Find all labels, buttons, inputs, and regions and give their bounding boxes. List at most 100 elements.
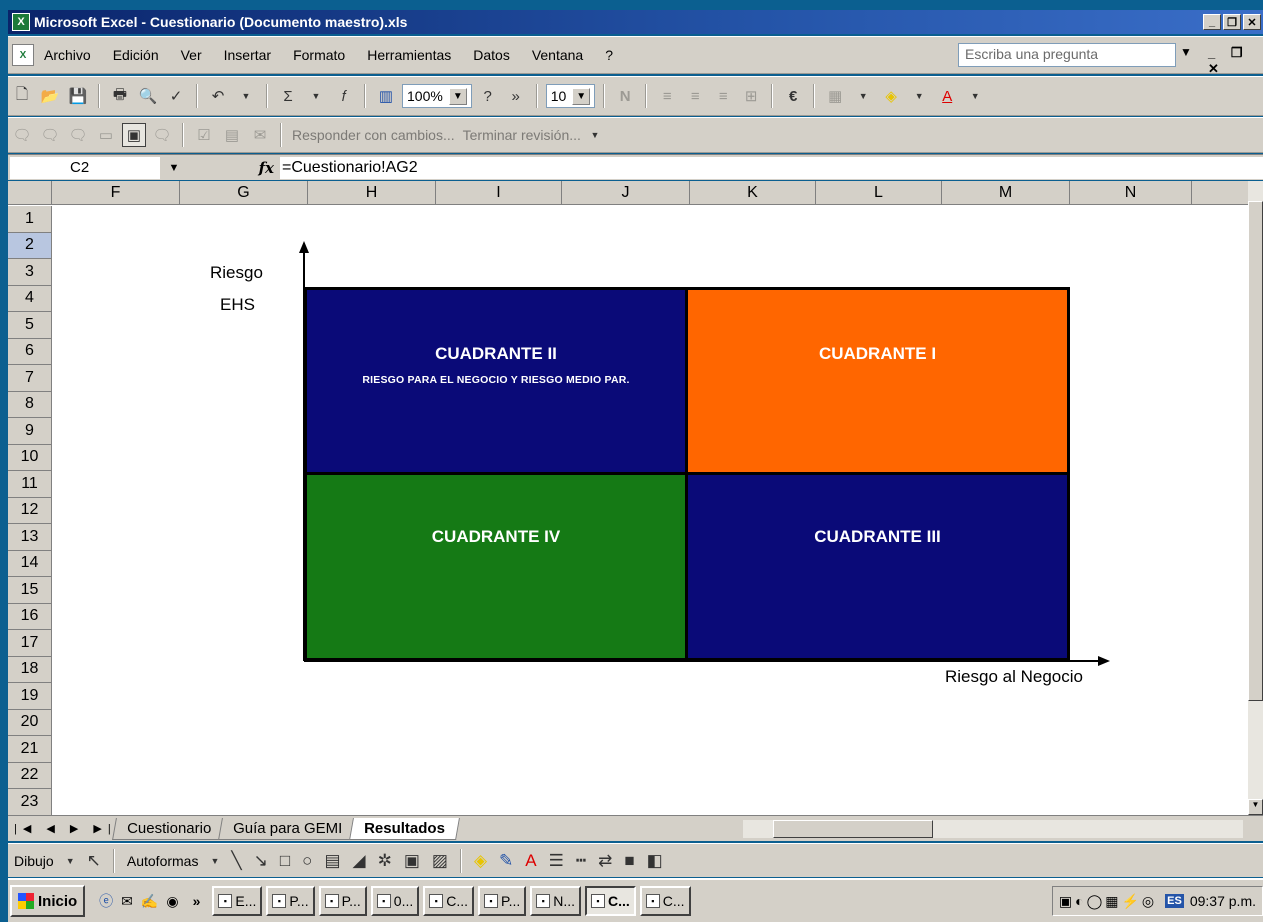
name-box-dropdown-icon[interactable]: ▼: [160, 162, 188, 174]
font-size-select[interactable]: 10 ▼: [545, 84, 596, 108]
rectangle-icon[interactable]: □: [280, 851, 290, 871]
tab-navigation-icons[interactable]: |◀ ◀ ▶ ▶|: [8, 822, 118, 835]
ask-question-input[interactable]: Escriba una pregunta: [958, 43, 1176, 67]
menu-formato[interactable]: Formato: [293, 47, 345, 63]
quadrant-iv[interactable]: CUADRANTE IV: [304, 472, 688, 661]
show-comment-icon[interactable]: ▭: [94, 123, 118, 147]
excel-icon[interactable]: X: [12, 13, 30, 31]
taskbar-window-button[interactable]: ▪ C...: [423, 886, 475, 916]
formula-input[interactable]: =Cuestionario!AG2: [280, 156, 1263, 179]
align-left-icon[interactable]: ≡: [655, 84, 679, 108]
arrow-icon[interactable]: ↘: [254, 851, 268, 871]
autosum-dropdown-icon[interactable]: ▼: [304, 84, 328, 108]
chart-wizard-icon[interactable]: ▥: [374, 84, 398, 108]
clock[interactable]: 09:37 p.m.: [1190, 893, 1256, 909]
taskbar-window-button[interactable]: ▪ P...: [478, 886, 527, 916]
document-icon[interactable]: X: [12, 44, 34, 66]
fill-color-draw-icon[interactable]: ◈: [474, 851, 487, 871]
document-window-controls[interactable]: _ ❐ ✕: [1208, 45, 1263, 77]
outlook-icon[interactable]: ✉: [121, 893, 133, 910]
align-center-icon[interactable]: ≡: [683, 84, 707, 108]
menu-help[interactable]: ?: [605, 47, 613, 63]
name-box[interactable]: C2: [10, 156, 160, 179]
quicklaunch-more-icon[interactable]: »: [193, 893, 201, 909]
font-color-dropdown-icon[interactable]: ▼: [963, 84, 987, 108]
textbox-icon[interactable]: ▤: [324, 851, 340, 871]
close-button[interactable]: ✕: [1243, 14, 1261, 30]
taskbar-window-button[interactable]: ▪ P...: [266, 886, 315, 916]
vertical-scrollbar[interactable]: ▼: [1248, 181, 1263, 815]
picture-icon[interactable]: ▨: [432, 851, 448, 871]
tray-icons[interactable]: ▣◐◯▦⚡◎: [1059, 893, 1157, 910]
currency-icon[interactable]: €: [781, 84, 805, 108]
borders-dropdown-icon[interactable]: ▼: [851, 84, 875, 108]
vertical-scroll-thumb[interactable]: [1248, 201, 1263, 701]
dash-style-icon[interactable]: ┅: [576, 851, 586, 871]
zoom-select[interactable]: 100% ▼: [402, 84, 472, 108]
next-comment-icon[interactable]: 🗨: [66, 123, 90, 147]
taskbar-window-button[interactable]: ▪ N...: [530, 886, 582, 916]
font-size-dropdown-icon[interactable]: ▼: [572, 87, 591, 105]
minimize-button[interactable]: _: [1203, 14, 1221, 30]
ask-dropdown-icon[interactable]: ▼: [1180, 45, 1192, 59]
print-preview-icon[interactable]: 🔍: [136, 84, 160, 108]
new-document-icon[interactable]: 🗋: [10, 84, 34, 108]
quadrant-iii[interactable]: CUADRANTE III: [685, 472, 1070, 661]
line-color-icon[interactable]: ✎: [499, 851, 513, 871]
merge-center-icon[interactable]: ⊞: [739, 84, 763, 108]
ie-icon[interactable]: ⓔ: [99, 891, 113, 911]
autoshapes-menu-button[interactable]: Autoformas: [127, 853, 199, 869]
fill-color-dropdown-icon[interactable]: ▼: [907, 84, 931, 108]
print-icon[interactable]: 🖶: [108, 84, 132, 108]
wordart-icon[interactable]: ◢: [353, 851, 366, 871]
quadrant-ii[interactable]: CUADRANTE II RIESGO PARA EL NEGOCIO Y RI…: [304, 287, 688, 475]
menu-datos[interactable]: Datos: [473, 47, 510, 63]
help-icon[interactable]: ?: [476, 84, 500, 108]
menu-archivo[interactable]: Archivo: [44, 47, 91, 63]
align-right-icon[interactable]: ≡: [711, 84, 735, 108]
restore-button[interactable]: ❐: [1223, 14, 1241, 30]
previous-comment-icon[interactable]: 🗨: [38, 123, 62, 147]
start-button[interactable]: Inicio: [10, 885, 86, 917]
send-mail-icon[interactable]: ✉: [248, 123, 272, 147]
fill-color-icon[interactable]: ◈: [879, 84, 903, 108]
quadrant-i[interactable]: CUADRANTE I: [685, 287, 1070, 475]
line-icon[interactable]: ╲: [231, 851, 241, 871]
taskbar-window-button[interactable]: ▪ C...: [639, 886, 691, 916]
notepad-icon[interactable]: ✍: [141, 893, 158, 910]
menu-ver[interactable]: Ver: [181, 47, 202, 63]
create-task-icon[interactable]: ☑: [192, 123, 216, 147]
new-comment-icon[interactable]: 🗨: [10, 123, 34, 147]
clipart-icon[interactable]: ▣: [404, 851, 420, 871]
scroll-down-icon[interactable]: ▼: [1248, 799, 1263, 815]
tab-guia-gemi[interactable]: Guía para GEMI: [218, 817, 358, 840]
draw-menu-button[interactable]: Dibujo: [14, 853, 54, 869]
show-all-comments-icon[interactable]: ▣: [122, 123, 146, 147]
horizontal-scroll-thumb[interactable]: [773, 819, 933, 838]
horizontal-scrollbar[interactable]: [743, 819, 1243, 838]
taskbar-window-button[interactable]: ▪ 0...: [370, 886, 420, 916]
autoshapes-dropdown-icon[interactable]: ▼: [210, 856, 219, 866]
font-color-draw-icon[interactable]: A: [525, 851, 536, 871]
taskbar-window-button[interactable]: ▪ P...: [318, 886, 367, 916]
insert-function-icon[interactable]: 𝑓: [332, 84, 356, 108]
undo-icon[interactable]: ↶: [206, 84, 230, 108]
borders-icon[interactable]: ▦: [823, 84, 847, 108]
menu-edicion[interactable]: Edición: [113, 47, 159, 63]
arrow-style-icon[interactable]: ⇄: [598, 851, 612, 871]
draw-dropdown-icon[interactable]: ▼: [66, 856, 75, 866]
reply-with-changes-button[interactable]: Responder con cambios...: [292, 127, 455, 143]
update-file-icon[interactable]: ▤: [220, 123, 244, 147]
open-folder-icon[interactable]: 📂: [38, 84, 62, 108]
save-icon[interactable]: 💾: [66, 84, 90, 108]
3d-icon[interactable]: ◧: [647, 851, 663, 871]
taskbar-window-button[interactable]: ▪ E...: [212, 886, 263, 916]
tab-resultados[interactable]: Resultados: [349, 817, 461, 840]
taskbar-window-button[interactable]: ▪ C...: [585, 886, 636, 916]
select-objects-icon[interactable]: ↖: [87, 851, 101, 871]
more-buttons-icon[interactable]: »: [504, 84, 528, 108]
zoom-dropdown-icon[interactable]: ▼: [448, 87, 467, 105]
media-icon[interactable]: ◉: [166, 893, 178, 910]
tab-cuestionario[interactable]: Cuestionario: [112, 817, 227, 840]
menu-herramientas[interactable]: Herramientas: [367, 47, 451, 63]
